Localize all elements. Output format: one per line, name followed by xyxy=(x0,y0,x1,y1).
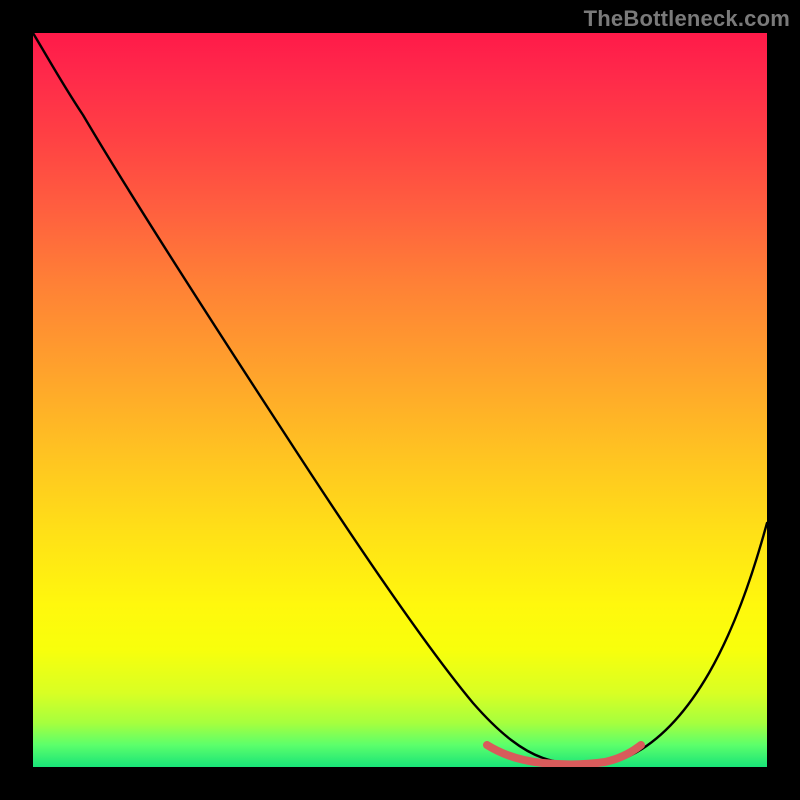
watermark-text: TheBottleneck.com xyxy=(584,6,790,32)
optimal-range-highlight xyxy=(487,745,641,764)
chart-frame: TheBottleneck.com xyxy=(0,0,800,800)
plot-area xyxy=(33,33,767,767)
chart-svg xyxy=(33,33,767,767)
bottleneck-curve xyxy=(33,33,767,764)
